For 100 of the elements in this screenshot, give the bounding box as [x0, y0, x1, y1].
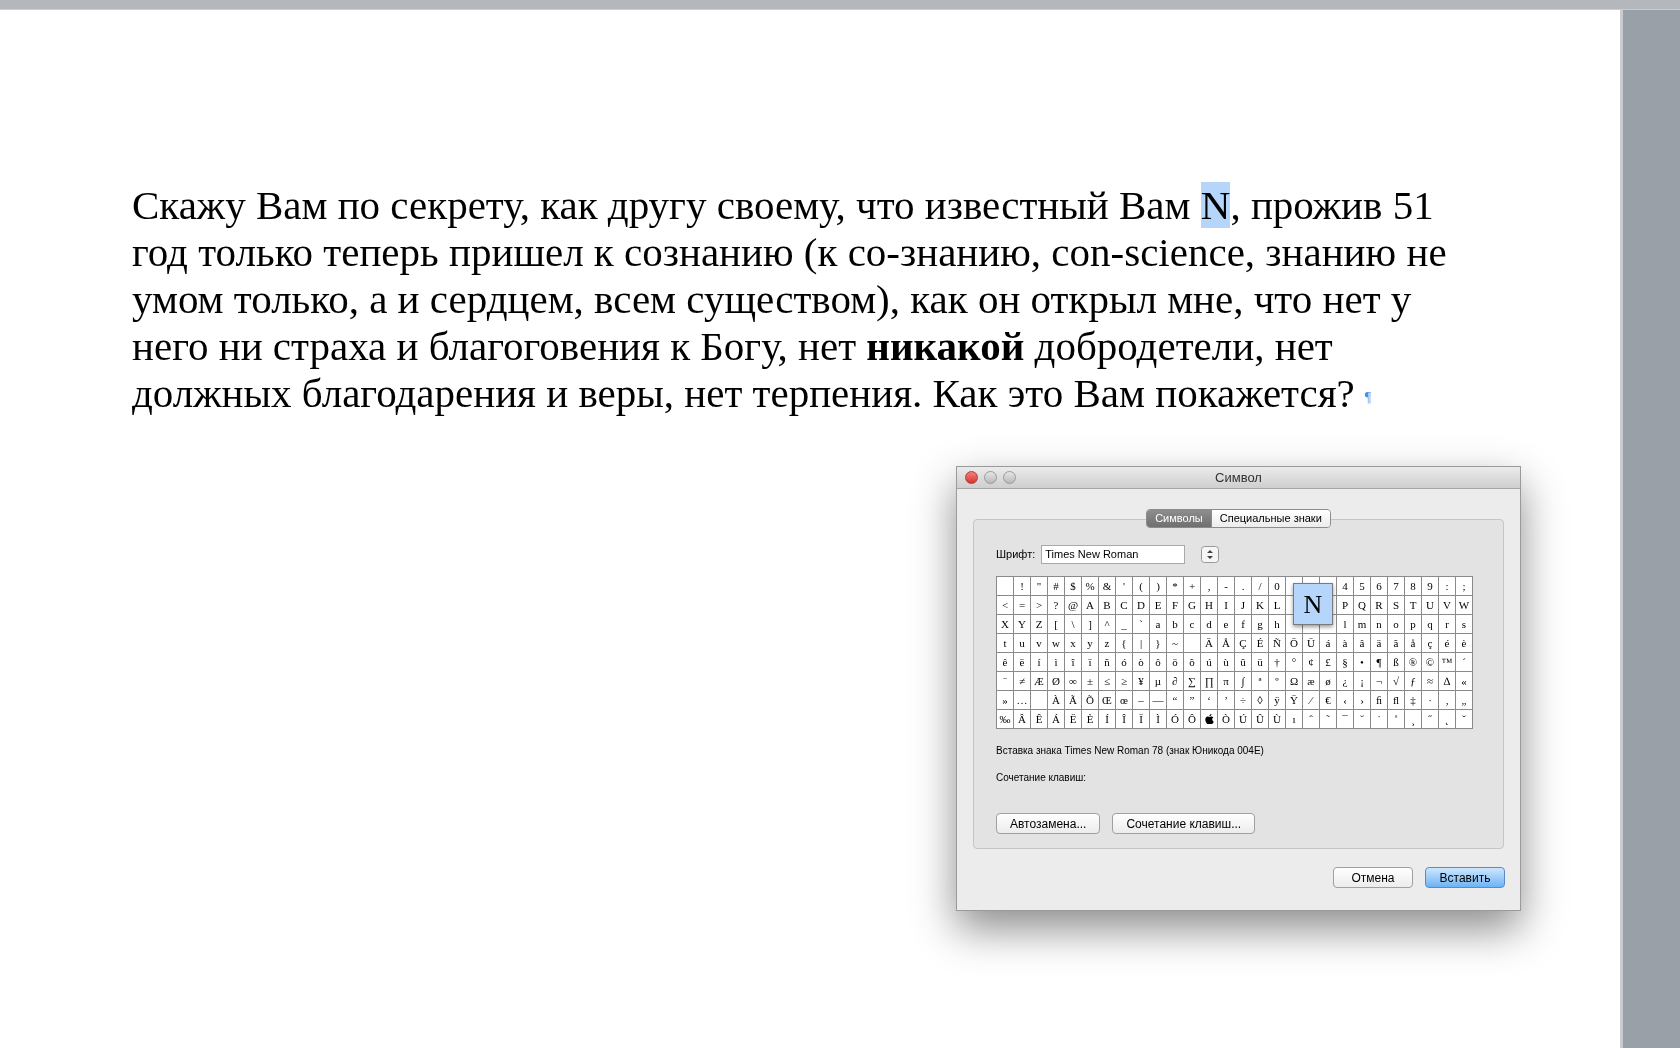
character-cell[interactable]: d: [1201, 615, 1218, 634]
character-cell[interactable]: R: [1371, 596, 1388, 615]
character-cell[interactable]: ı: [1286, 710, 1303, 729]
character-cell[interactable]: 9: [1422, 577, 1439, 596]
character-cell[interactable]: ∂: [1167, 672, 1184, 691]
character-cell[interactable]: Y: [1014, 615, 1031, 634]
character-cell[interactable]: =: [1014, 596, 1031, 615]
character-cell[interactable]: ˜: [1320, 710, 1337, 729]
character-cell[interactable]: ˆ: [1303, 710, 1320, 729]
character-cell[interactable]: C: [1116, 596, 1133, 615]
character-cell[interactable]: ø: [1320, 672, 1337, 691]
character-cell[interactable]: ç: [1422, 634, 1439, 653]
character-cell[interactable]: “: [1167, 691, 1184, 710]
character-cell[interactable]: b: [1167, 615, 1184, 634]
character-cell[interactable]: &: [1099, 577, 1116, 596]
character-cell[interactable]: º: [1269, 672, 1286, 691]
character-cell[interactable]: 6: [1371, 577, 1388, 596]
character-cell[interactable]: Í: [1099, 710, 1116, 729]
character-cell[interactable]: ?: [1048, 596, 1065, 615]
character-cell[interactable]: ]: [1082, 615, 1099, 634]
character-cell[interactable]: ‡: [1405, 691, 1422, 710]
character-cell[interactable]: π: [1218, 672, 1235, 691]
character-cell[interactable]: Â: [1014, 710, 1031, 729]
character-cell[interactable]: 0: [1269, 577, 1286, 596]
character-cell[interactable]: A: [1082, 596, 1099, 615]
character-cell[interactable]: Æ: [1031, 672, 1048, 691]
character-cell[interactable]: Ä: [1201, 634, 1218, 653]
font-field[interactable]: Times New Roman: [1041, 545, 1186, 564]
character-cell[interactable]: v: [1031, 634, 1048, 653]
character-cell[interactable]: ±: [1082, 672, 1099, 691]
character-cell[interactable]: ›: [1354, 691, 1371, 710]
character-cell[interactable]: r: [1439, 615, 1456, 634]
character-cell[interactable]: ~: [1167, 634, 1184, 653]
character-cell[interactable]: ó: [1116, 653, 1133, 672]
character-cell[interactable]: s: [1456, 615, 1473, 634]
character-cell[interactable]: ‚: [1439, 691, 1456, 710]
character-cell[interactable]: §: [1337, 653, 1354, 672]
character-cell[interactable]: {: [1116, 634, 1133, 653]
character-cell[interactable]: Á: [1048, 710, 1065, 729]
character-cell[interactable]: P: [1337, 596, 1354, 615]
character-cell[interactable]: Ø: [1048, 672, 1065, 691]
character-cell[interactable]: ã: [1388, 634, 1405, 653]
character-cell[interactable]: ´: [1456, 653, 1473, 672]
character-cell[interactable]: ö: [1167, 653, 1184, 672]
character-cell[interactable]: ⁄: [1303, 691, 1320, 710]
character-cell[interactable]: è: [1456, 634, 1473, 653]
character-cell[interactable]: ∏: [1201, 672, 1218, 691]
character-cell[interactable]: ‹: [1337, 691, 1354, 710]
character-cell[interactable]: H: [1201, 596, 1218, 615]
character-cell[interactable]: ‰: [997, 710, 1014, 729]
character-cell[interactable]: à: [1337, 634, 1354, 653]
character-cell[interactable]: Ã: [1065, 691, 1082, 710]
character-cell[interactable]: ©: [1422, 653, 1439, 672]
character-cell[interactable]: Q: [1354, 596, 1371, 615]
character-cell[interactable]: ô: [1150, 653, 1167, 672]
character-cell[interactable]: ƒ: [1405, 672, 1422, 691]
character-cell[interactable]: Ô: [1184, 710, 1201, 729]
character-cell[interactable]: }: [1150, 634, 1167, 653]
character-cell[interactable]: t: [997, 634, 1014, 653]
character-cell[interactable]: I: [1218, 596, 1235, 615]
character-cell[interactable]: Ê: [1031, 710, 1048, 729]
dialog-button[interactable]: Автозамена...: [996, 813, 1101, 834]
character-cell[interactable]: ^: [1099, 615, 1116, 634]
character-cell[interactable]: F: [1167, 596, 1184, 615]
character-cell[interactable]: .: [1235, 577, 1252, 596]
character-cell[interactable]: Ò: [1218, 710, 1235, 729]
character-cell[interactable]: ê: [997, 653, 1014, 672]
character-cell[interactable]: À: [1048, 691, 1065, 710]
character-cell[interactable]: Å: [1218, 634, 1235, 653]
character-cell[interactable]: ˇ: [1456, 710, 1473, 729]
character-cell[interactable]: Ö: [1286, 634, 1303, 653]
character-cell[interactable]: •: [1354, 653, 1371, 672]
character-cell[interactable]: Z: [1031, 615, 1048, 634]
character-cell[interactable]: Ω: [1286, 672, 1303, 691]
character-cell[interactable]: J: [1235, 596, 1252, 615]
character-cell[interactable]: |: [1133, 634, 1150, 653]
character-cell[interactable]: V: [1439, 596, 1456, 615]
character-cell[interactable]: Ì: [1150, 710, 1167, 729]
character-cell[interactable]: l: [1337, 615, 1354, 634]
character-cell[interactable]: Ó: [1167, 710, 1184, 729]
character-cell[interactable]: „: [1456, 691, 1473, 710]
character-cell[interactable]: ˙: [1371, 710, 1388, 729]
character-cell[interactable]: …: [1014, 691, 1031, 710]
character-cell[interactable]: +: [1184, 577, 1201, 596]
character-cell[interactable]: ’: [1218, 691, 1235, 710]
character-cell[interactable]: »: [997, 691, 1014, 710]
character-cell[interactable]: G: [1184, 596, 1201, 615]
character-cell[interactable]: æ: [1303, 672, 1320, 691]
character-cell[interactable]: K: [1252, 596, 1269, 615]
character-cell[interactable]: ¸: [1405, 710, 1422, 729]
character-cell[interactable]: ¬: [1371, 672, 1388, 691]
character-cell[interactable]: ˝: [1422, 710, 1439, 729]
character-cell[interactable]: ≥: [1116, 672, 1133, 691]
character-cell[interactable]: y: [1082, 634, 1099, 653]
character-cell[interactable]: Œ: [1099, 691, 1116, 710]
character-cell[interactable]: ◊: [1252, 691, 1269, 710]
character-cell[interactable]: °: [1286, 653, 1303, 672]
character-cell[interactable]: –: [1133, 691, 1150, 710]
character-cell[interactable]: †: [1269, 653, 1286, 672]
character-cell[interactable]: ˛: [1439, 710, 1456, 729]
